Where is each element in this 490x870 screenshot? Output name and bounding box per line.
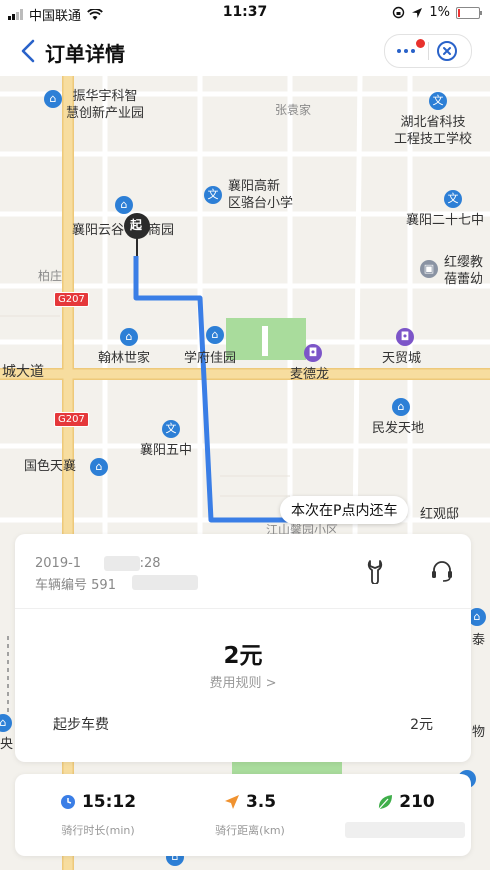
battery-icon [456, 6, 482, 19]
building-icon: ⌂ [44, 90, 62, 108]
start-marker-label: 起 [130, 218, 143, 232]
building-icon: ⌂ [206, 326, 224, 344]
fee-rule-link[interactable]: 费用规则 > [15, 672, 471, 691]
building-icon: ⌂ [120, 328, 138, 346]
road-label: 城大道 [2, 364, 44, 380]
order-info-card: 2019-113:28 车辆编号 5910 2元 费用规则 > 起步车费 2元 [15, 534, 471, 762]
distance-value: 3.5 [245, 792, 277, 812]
poi-label: 泰 [472, 633, 486, 648]
customer-service-icon[interactable] [429, 558, 455, 584]
close-target-icon[interactable] [436, 40, 458, 62]
poi-label: 振华宇科智 慧创新产业园 [66, 89, 145, 121]
location-arrow-icon [412, 7, 423, 18]
duration-value: 15:12 [81, 792, 137, 812]
poi-label: 民发天地 [372, 421, 425, 436]
notification-dot [416, 39, 425, 48]
carbon-stat: 210 [351, 792, 461, 812]
redacted-area [104, 556, 140, 571]
poi-label: 学府佳园 [184, 351, 237, 366]
building-icon: ⌂ [392, 398, 410, 416]
school-icon: 文 [429, 92, 447, 110]
school-icon: 文 [444, 190, 462, 208]
shop-icon: ◘ [304, 344, 322, 362]
road-badge: G207 [54, 412, 89, 427]
status-bar: 中国联通 11:37 1% [0, 0, 490, 26]
ride-stats-card: 15:12 骑行时长(min) 3.5 骑行距离(km) 210 [15, 774, 471, 856]
road-badge: G207 [54, 292, 89, 307]
poi-label: 麦德龙 [290, 367, 330, 382]
more-menu-button[interactable] [395, 39, 425, 59]
order-datetime: 2019-1 13:28 [35, 556, 161, 571]
poi-label: 天贸城 [382, 351, 422, 366]
leaf-icon [378, 795, 393, 810]
poi-label: 物 [472, 725, 486, 740]
redacted-area [132, 575, 198, 590]
building-icon: ⌂ [90, 458, 108, 476]
battery-percent: 1% [429, 5, 450, 20]
poi-label: 国色天襄 [24, 459, 77, 474]
ride-distance-stat: 3.5 骑行距离(km) [195, 792, 305, 838]
base-fee-label: 起步车费 [53, 717, 109, 733]
base-fee-value: 2元 [410, 717, 433, 733]
nav-bar: 订单详情 [0, 26, 490, 76]
carbon-value: 210 [399, 792, 435, 812]
kindergarten-icon: ▣ [420, 260, 438, 278]
navigation-arrow-icon [224, 795, 239, 809]
duration-label: 骑行时长(min) [61, 824, 135, 837]
page-title: 订单详情 [45, 42, 125, 66]
clock-icon [60, 795, 75, 809]
mini-program-capsule [384, 34, 472, 68]
total-amount: 2元 [223, 643, 263, 669]
poi-label: 张袁家 [275, 103, 312, 117]
school-icon: 文 [204, 186, 222, 204]
return-location-tip: 本次在P点内还车 [280, 496, 409, 524]
shop-icon: ◘ [396, 328, 414, 346]
poi-label: 襄阳二十七中 [406, 213, 485, 228]
poi-label: 襄阳云谷 [72, 223, 125, 238]
wrench-icon[interactable] [363, 558, 387, 584]
ride-route [133, 256, 290, 523]
ride-duration-stat: 15:12 骑行时长(min) [43, 792, 153, 838]
back-arrow-icon[interactable] [18, 38, 40, 64]
poi-label: 湖北省科技 工程技工学校 [394, 115, 473, 147]
more-dots-icon [397, 49, 415, 53]
orientation-lock-icon [393, 6, 405, 19]
poi-label: 央 [0, 737, 14, 752]
poi-label: 襄阳高新 区骆台小学 [228, 179, 294, 211]
poi-label: 红缨教 蓓蕾幼 [444, 255, 484, 287]
poi-label: 翰林世家 [98, 351, 151, 366]
distance-label: 骑行距离(km) [215, 824, 285, 837]
poi-label: 红观邸 [420, 507, 460, 522]
poi-label: 襄阳五中 [140, 443, 193, 458]
school-icon: 文 [162, 420, 180, 438]
redacted-area [345, 822, 465, 838]
poi-label: 柏庄 [38, 269, 63, 283]
